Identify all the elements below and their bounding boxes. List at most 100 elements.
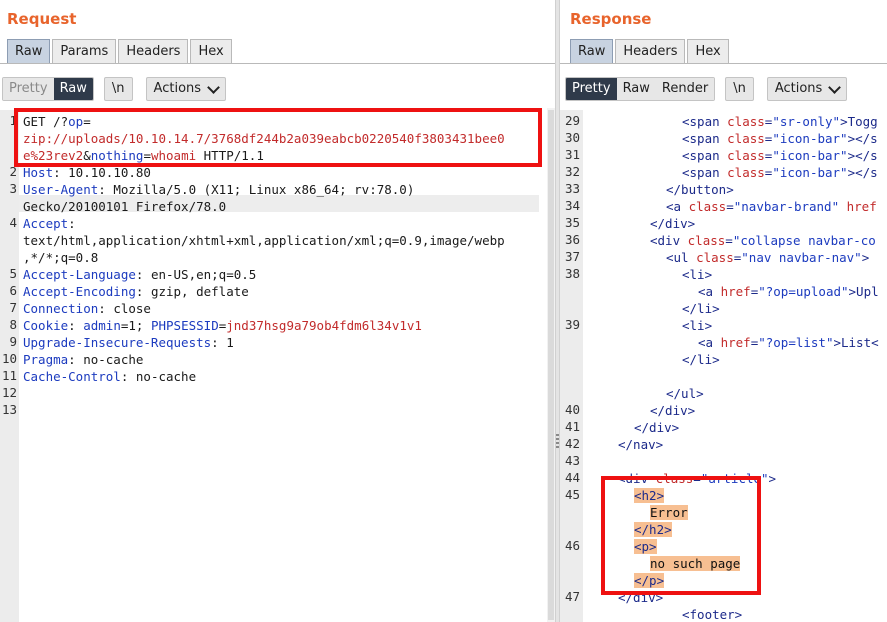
response-tab-hex[interactable]: Hex <box>687 39 729 63</box>
request-line-accept: Accept: <box>23 216 76 231</box>
request-line-accept-cont: text/html,application/xhtml+xml,applicat… <box>23 233 505 248</box>
response-pretty-button[interactable]: Pretty <box>566 78 617 100</box>
request-line-cache-control: Cache-Control: no-cache <box>23 369 197 384</box>
response-line: </div> <box>650 403 696 418</box>
response-line: </div> <box>650 216 696 231</box>
line-number: 39 <box>564 317 580 332</box>
line-number: 45 <box>564 487 580 502</box>
line-number: 43 <box>564 453 580 468</box>
line-number: 36 <box>564 232 580 247</box>
request-line-upgrade: Upgrade-Insecure-Requests: 1 <box>23 335 234 350</box>
request-line-connection: Connection: close <box>23 301 151 316</box>
line-number: 35 <box>564 215 580 230</box>
request-line-accept-cont2: ,*/*;q=0.8 <box>23 250 99 265</box>
response-line: <span class="sr-only">Togg <box>682 114 878 129</box>
response-panel: Response Raw Headers Hex Pretty Raw Rend… <box>560 0 887 622</box>
line-number: 46 <box>564 538 580 553</box>
response-tab-raw[interactable]: Raw <box>570 39 614 63</box>
line-number: 4 <box>9 215 17 230</box>
request-toolbar: Pretty Raw \n Actions <box>2 77 227 101</box>
line-number: 41 <box>564 419 580 434</box>
response-line: </ul> <box>666 386 704 401</box>
request-actions-button[interactable]: Actions <box>145 77 227 101</box>
line-number: 30 <box>564 130 580 145</box>
response-line: <a href="?op=list">List< <box>698 335 879 350</box>
response-actions-button[interactable]: Actions <box>766 77 848 101</box>
line-number: 5 <box>9 266 17 281</box>
response-line: <span class="icon-bar"></s <box>682 148 878 163</box>
response-tab-divider <box>560 63 887 64</box>
response-line: </div> <box>634 420 680 435</box>
request-raw-button[interactable]: Raw <box>53 78 93 100</box>
response-line: <div class="collapse navbar-co <box>650 233 876 248</box>
response-line: <ul class="nav navbar-nav"> <box>666 250 870 265</box>
line-number: 29 <box>564 113 580 128</box>
response-line: <li> <box>682 267 713 282</box>
chevron-down-icon <box>207 80 220 94</box>
response-line: <span class="icon-bar"></s <box>682 131 878 146</box>
line-number: 31 <box>564 147 580 162</box>
request-title: Request <box>7 10 77 28</box>
request-pretty-button[interactable]: Pretty <box>3 78 54 100</box>
request-view-toggle: Pretty Raw <box>2 77 94 101</box>
response-tabs: Raw Headers Hex <box>570 39 731 64</box>
request-editor[interactable]: 1 2 3 4 5 6 7 8 9 10 11 12 13 GET /?op= … <box>0 110 547 622</box>
request-tab-params[interactable]: Params <box>52 39 117 63</box>
response-actions-label: Actions <box>774 81 823 96</box>
response-line: <a class="navbar-brand" href <box>666 199 877 214</box>
response-newline-button[interactable]: \n <box>725 77 754 101</box>
request-line-cookie: Cookie: admin=1; PHPSESSID=jnd37hsg9a79o… <box>23 318 422 333</box>
response-raw-button[interactable]: Raw <box>616 78 656 100</box>
line-number: 10 <box>1 351 17 366</box>
response-line: <li> <box>682 318 713 333</box>
line-number: 8 <box>9 317 17 332</box>
line-number: 37 <box>564 249 580 264</box>
request-tab-headers[interactable]: Headers <box>118 39 189 63</box>
request-scrollbar[interactable] <box>547 108 555 622</box>
request-line-accept-encoding: Accept-Encoding: gzip, deflate <box>23 284 249 299</box>
request-actions-label: Actions <box>153 81 202 96</box>
line-number: 13 <box>1 402 17 417</box>
response-line: </button> <box>666 182 734 197</box>
response-line: <footer> <box>682 607 743 622</box>
line-number: 6 <box>9 283 17 298</box>
request-line-user-agent-cont: Gecko/20100101 Firefox/78.0 <box>23 199 227 214</box>
line-number: 40 <box>564 402 580 417</box>
response-line: <a href="?op=upload">Upl <box>698 284 879 299</box>
line-number: 34 <box>564 198 580 213</box>
response-render-button[interactable]: Render <box>655 78 715 100</box>
line-number: 9 <box>9 334 17 349</box>
response-line: </li> <box>682 301 720 316</box>
line-number: 44 <box>564 470 580 485</box>
line-number: 42 <box>564 436 580 451</box>
response-line: </li> <box>682 352 720 367</box>
request-tab-hex[interactable]: Hex <box>190 39 232 63</box>
response-title: Response <box>570 10 652 28</box>
request-scrollbar-thumb[interactable] <box>548 110 554 620</box>
response-line: <span class="icon-bar"></s <box>682 165 878 180</box>
response-view-toggle: Pretty Raw Render <box>565 77 716 101</box>
line-number: 11 <box>1 368 17 383</box>
request-tab-divider <box>0 63 555 64</box>
line-number: 7 <box>9 300 17 315</box>
line-number: 33 <box>564 181 580 196</box>
line-number: 12 <box>1 385 17 400</box>
response-highlight-box <box>601 476 761 595</box>
response-tab-headers[interactable]: Headers <box>615 39 686 63</box>
line-number: 32 <box>564 164 580 179</box>
line-number: 3 <box>9 181 17 196</box>
request-highlight-box <box>14 108 542 167</box>
line-number: 47 <box>564 589 580 604</box>
chevron-down-icon <box>828 80 842 94</box>
response-toolbar: Pretty Raw Render \n Actions <box>565 77 848 101</box>
request-newline-button[interactable]: \n <box>103 77 133 101</box>
request-line-pragma: Pragma: no-cache <box>23 352 144 367</box>
line-number: 38 <box>564 266 580 281</box>
request-tabs: Raw Params Headers Hex <box>7 39 234 64</box>
request-panel: Request Raw Params Headers Hex Pretty Ra… <box>0 0 555 622</box>
request-line-accept-language: Accept-Language: en-US,en;q=0.5 <box>23 267 257 282</box>
splitter-grip-icon <box>556 434 559 448</box>
request-line-user-agent: User-Agent: Mozilla/5.0 (X11; Linux x86_… <box>23 182 415 197</box>
request-tab-raw[interactable]: Raw <box>7 39 51 63</box>
response-line: </nav> <box>618 437 664 452</box>
